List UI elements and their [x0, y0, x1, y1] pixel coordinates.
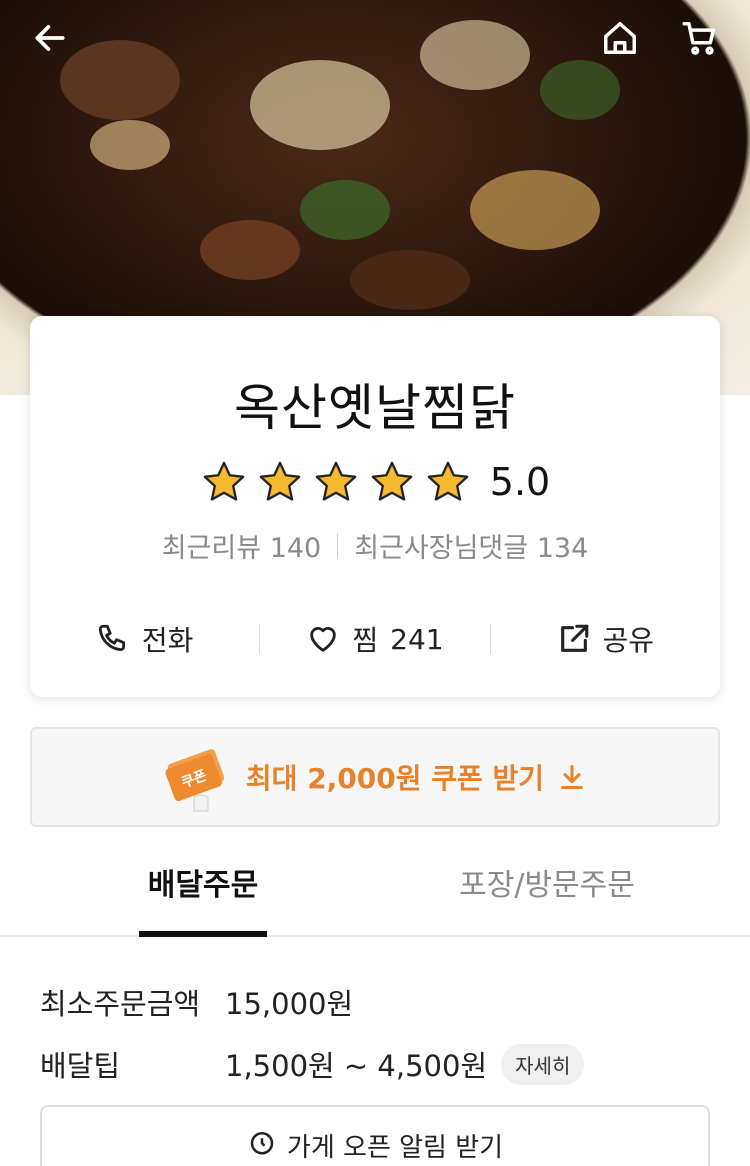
owner-replies-count: 134	[536, 533, 589, 564]
delivery-tip-row: 배달팁 1,500원 ~ 4,500원 자세히	[40, 1043, 585, 1085]
owner-replies-link[interactable]: 최근사장님댓글 134	[354, 526, 588, 565]
delivery-tip-value: 1,500원 ~ 4,500원	[225, 1049, 488, 1083]
share-label: 공유	[602, 624, 655, 657]
tab-pickup-order[interactable]: 포장/방문주문	[440, 860, 654, 935]
star-icon	[259, 461, 301, 501]
owner-replies-label: 최근사장님댓글	[354, 533, 529, 564]
store-info-card: 옥산옛날찜닭 5.0 최근리뷰 140 최근사장님댓글 134 전화 찜 241	[30, 316, 720, 697]
share-button[interactable]: 공유	[491, 619, 720, 659]
tab-delivery-order[interactable]: 배달주문	[139, 860, 267, 937]
store-open-alarm-button[interactable]: 가게 오픈 알림 받기	[40, 1105, 710, 1166]
delivery-tip-detail-button[interactable]: 자세히	[501, 1043, 585, 1085]
min-order-value: 15,000원	[225, 987, 354, 1021]
review-summary: 최근리뷰 140 최근사장님댓글 134	[30, 526, 720, 565]
star-icon	[203, 461, 245, 501]
min-order-row: 최소주문금액 15,000원	[40, 981, 353, 1023]
coupon-label: 최대 2,000원 쿠폰 받기	[245, 762, 545, 795]
home-icon	[604, 22, 636, 54]
like-count: 241	[390, 622, 444, 656]
recent-reviews-label: 최근리뷰	[161, 533, 262, 564]
min-order-label: 최소주문금액	[40, 987, 201, 1021]
call-button[interactable]: 전화	[30, 619, 259, 659]
phone-icon	[98, 624, 125, 652]
coupon-ticket-icon: 쿠폰	[165, 749, 225, 812]
cart-button[interactable]	[676, 14, 724, 62]
order-type-tabs: 배달주문 포장/방문주문	[0, 860, 750, 937]
home-button[interactable]	[596, 14, 644, 62]
rating-value: 5.0	[489, 460, 551, 504]
recent-reviews-link[interactable]: 최근리뷰 140	[162, 526, 322, 565]
star-icon	[427, 461, 469, 501]
back-arrow-icon	[35, 25, 65, 51]
store-action-row: 전화 찜 241 공유	[30, 614, 720, 664]
call-label: 전화	[141, 624, 194, 657]
recent-reviews-count: 140	[269, 533, 322, 564]
like-label: 찜	[352, 624, 379, 657]
store-open-alarm-label: 가게 오픈 알림 받기	[286, 1133, 504, 1163]
star-icon	[371, 461, 413, 501]
store-name: 옥산옛날찜닭	[234, 379, 516, 437]
share-icon	[560, 624, 588, 652]
star-icon	[315, 461, 357, 501]
alarm-clock-icon	[250, 1132, 274, 1155]
rating-row: 5.0	[30, 459, 720, 505]
cart-icon	[682, 22, 716, 55]
heart-icon	[310, 627, 337, 652]
coupon-download-button[interactable]: 쿠폰 최대 2,000원 쿠폰 받기	[30, 727, 720, 827]
back-button[interactable]	[26, 14, 74, 62]
review-divider	[337, 533, 339, 558]
download-arrow-icon	[561, 764, 583, 790]
like-button[interactable]: 찜 241	[260, 619, 489, 659]
delivery-tip-label: 배달팁	[40, 1049, 121, 1083]
